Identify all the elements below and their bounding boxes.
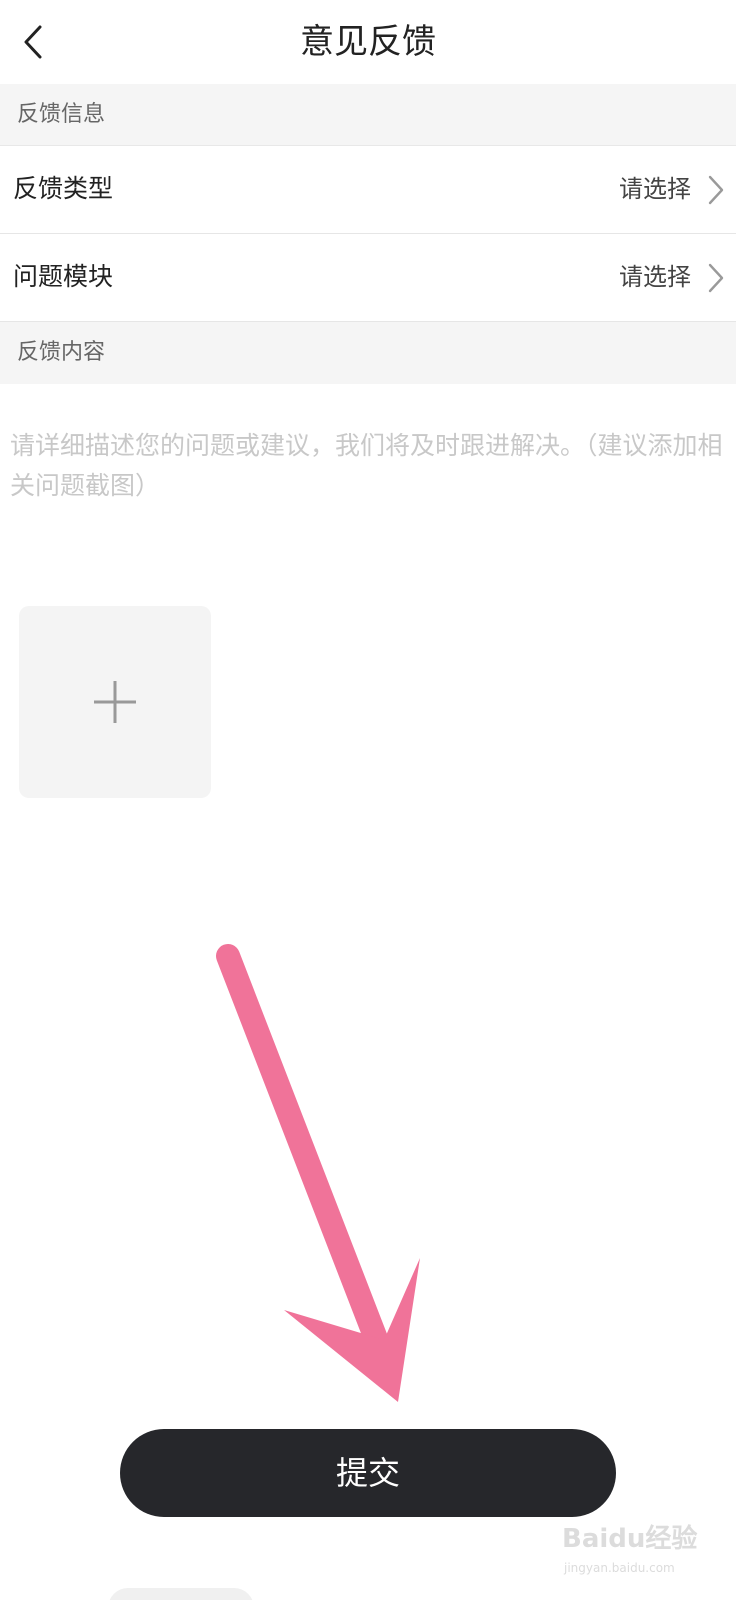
chevron-right-icon [708, 263, 724, 293]
problem-module-row[interactable]: 问题模块 请选择 [0, 234, 736, 322]
feedback-textarea[interactable]: 请详细描述您的问题或建议，我们将及时跟进解决。（建议添加相关问题截图） [0, 386, 736, 576]
feedback-type-label: 反馈类型 [13, 174, 114, 203]
problem-module-value: 请选择 [619, 263, 691, 291]
section-header-info-label: 反馈信息 [17, 102, 106, 127]
feedback-placeholder: 请详细描述您的问题或建议，我们将及时跟进解决。（建议添加相关问题截图） [10, 431, 723, 500]
watermark-url: jingyan.baidu.com [564, 1561, 675, 1575]
section-header-content: 反馈内容 [0, 322, 736, 384]
baidu-watermark: Baidu经验 jingyan.baidu.com [562, 1508, 720, 1588]
bottom-partial-element [108, 1588, 254, 1600]
submit-button[interactable]: 提交 [120, 1429, 616, 1517]
feedback-type-row[interactable]: 反馈类型 请选择 [0, 146, 736, 234]
page-title: 意见反馈 [300, 22, 436, 62]
feedback-page: 意见反馈 反馈信息 反馈类型 请选择 问题模块 请选择 反馈内容 请详细描述您的… [0, 0, 736, 1600]
add-image-button[interactable] [19, 606, 211, 798]
nav-bar: 意见反馈 [0, 0, 736, 84]
watermark-logo: Baidu经验 [562, 1524, 698, 1554]
plus-icon [94, 681, 136, 723]
chevron-right-icon [708, 175, 724, 205]
section-header-content-label: 反馈内容 [17, 340, 106, 365]
problem-module-label: 问题模块 [13, 262, 114, 291]
feedback-type-value: 请选择 [619, 175, 691, 203]
section-header-info: 反馈信息 [0, 84, 736, 146]
